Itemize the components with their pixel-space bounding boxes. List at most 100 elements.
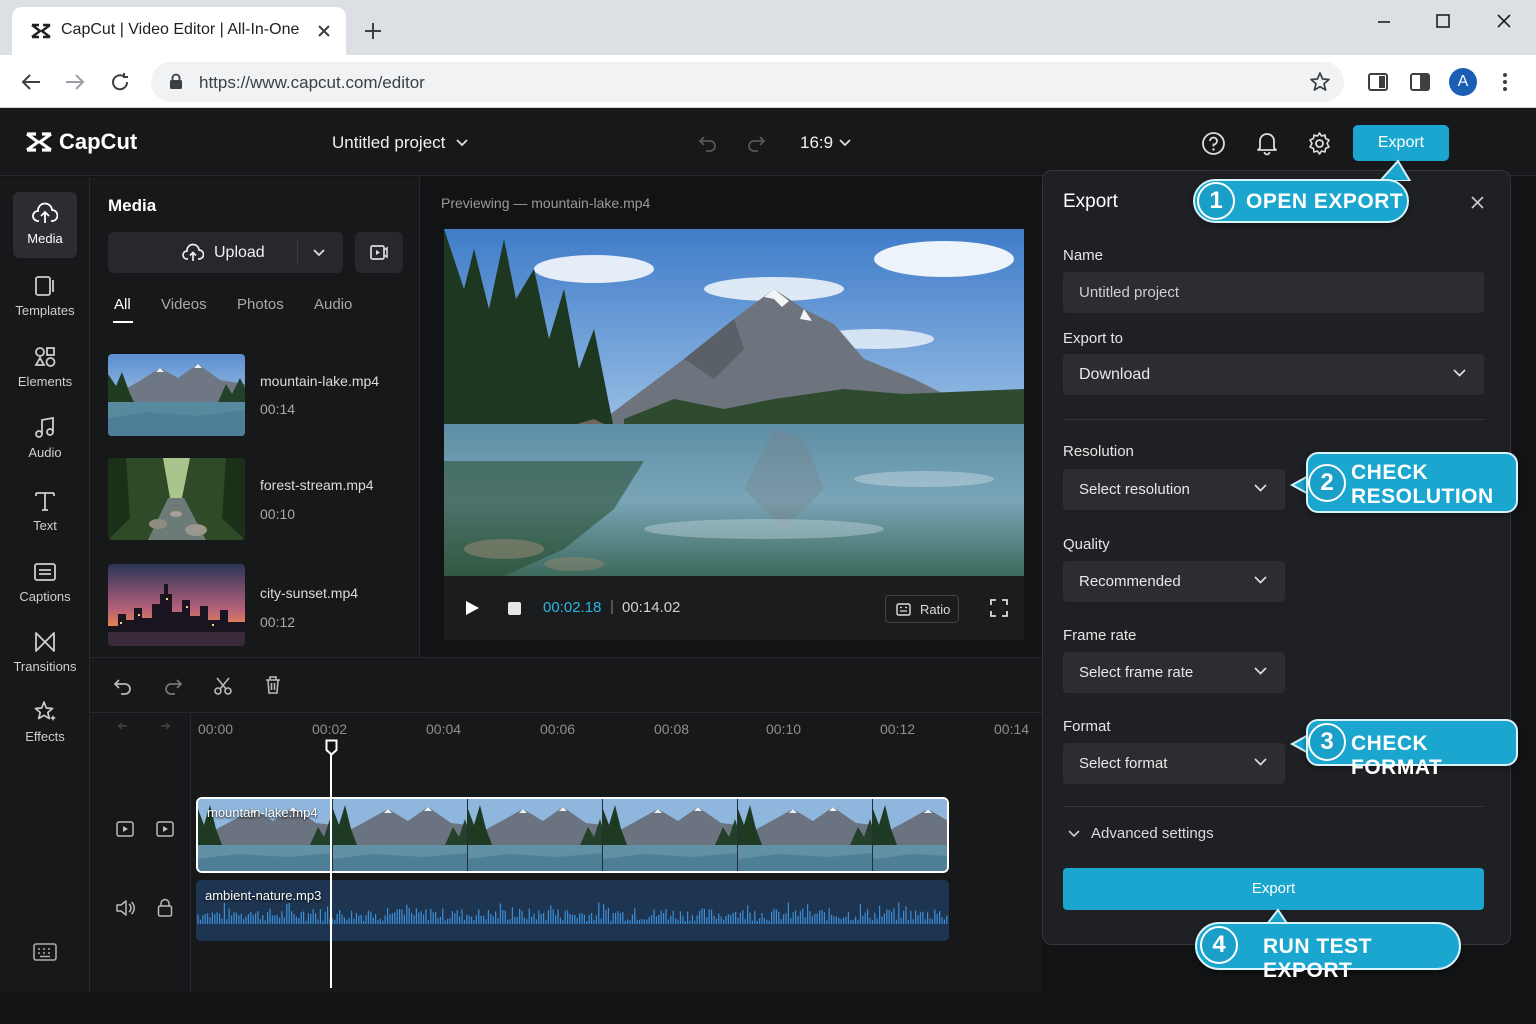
rail-item-transitions[interactable]: Transitions (13, 620, 77, 686)
rail-label: Media (27, 231, 63, 246)
close-icon[interactable] (1471, 196, 1484, 209)
record-video-icon (370, 245, 388, 260)
rail-item-audio[interactable]: Audio (13, 406, 77, 472)
callout-pointer (1378, 159, 1412, 181)
video-track-toggle-icon[interactable] (156, 821, 174, 837)
window-close-icon[interactable] (1496, 13, 1512, 29)
export-name-input[interactable]: Untitled project (1063, 272, 1484, 313)
media-item-duration: 00:10 (260, 506, 296, 522)
side-panel-icon[interactable] (1367, 71, 1389, 93)
media-tab-audio[interactable]: Audio (314, 296, 352, 313)
split-scissors-icon[interactable] (213, 676, 233, 696)
resolution-select[interactable]: Select resolution (1063, 469, 1285, 510)
rail-label: Templates (15, 303, 75, 318)
ratio-label: Ratio (920, 602, 951, 617)
timeline-tick: 00:02 (312, 721, 348, 737)
notifications-bell-icon[interactable] (1255, 130, 1279, 156)
format-value: Select format (1079, 755, 1168, 772)
rail-item-text[interactable]: Text (13, 479, 77, 545)
delete-trash-icon[interactable] (264, 675, 282, 695)
format-select[interactable]: Select format (1063, 743, 1285, 784)
advanced-settings-toggle[interactable]: Advanced settings (1068, 825, 1228, 845)
callout-text-line1: CHECK (1351, 461, 1429, 484)
redo-icon[interactable] (746, 133, 766, 153)
fullscreen-icon[interactable] (990, 599, 1008, 617)
waveform-bars (197, 902, 948, 924)
reading-mode-icon[interactable] (1409, 71, 1431, 93)
snap-back-icon[interactable] (115, 723, 131, 739)
brand-name: CapCut (59, 129, 138, 154)
timeline-undo-icon[interactable] (113, 676, 133, 696)
aspect-ratio-dropdown[interactable]: 16:9 (800, 133, 855, 155)
chevron-down-icon[interactable] (313, 249, 325, 257)
export-to-select[interactable]: Download (1063, 354, 1484, 395)
timecode-separator: | (610, 598, 614, 615)
minimize-icon[interactable] (1376, 13, 1392, 29)
forward-arrow-icon[interactable] (64, 72, 86, 92)
timeline-tick: 00:10 (766, 721, 802, 737)
preview-video-frame[interactable] (444, 229, 1024, 576)
profile-avatar[interactable]: A (1449, 68, 1477, 96)
playhead-handle-icon[interactable] (325, 739, 338, 756)
play-icon[interactable] (465, 600, 480, 616)
chevron-down-icon (839, 139, 851, 147)
bookmark-star-icon[interactable] (1309, 71, 1331, 93)
frame-rate-select[interactable]: Select frame rate (1063, 652, 1285, 693)
reload-icon[interactable] (109, 71, 131, 93)
new-tab-icon[interactable] (363, 21, 383, 41)
video-track-icon[interactable] (116, 821, 134, 837)
record-screen-button[interactable] (355, 232, 403, 273)
playhead[interactable] (330, 740, 332, 988)
project-name-dropdown[interactable]: Untitled project (332, 133, 468, 155)
volume-icon[interactable] (115, 899, 135, 917)
capcut-logo-icon (26, 132, 52, 152)
media-thumbnail-forest-stream[interactable] (108, 458, 245, 540)
preview-caption: Previewing — mountain-lake.mp4 (441, 195, 651, 211)
timeline-video-clip[interactable]: mountain-lake.mp4 (196, 797, 949, 873)
media-tab-all[interactable]: All (114, 296, 131, 313)
close-tab-icon[interactable] (317, 24, 331, 38)
media-tab-photos[interactable]: Photos (237, 296, 284, 313)
timeline-audio-clip[interactable]: ambient-nature.mp3 (196, 880, 949, 941)
more-vertical-icon[interactable] (1500, 71, 1510, 93)
media-tab-videos[interactable]: Videos (161, 296, 207, 313)
quality-select[interactable]: Recommended (1063, 561, 1285, 602)
filmstrip-frame (603, 799, 738, 871)
rail-item-captions[interactable]: Captions (13, 550, 77, 616)
rail-item-templates[interactable]: Templates (13, 264, 77, 330)
ratio-button[interactable]: Ratio (885, 595, 959, 623)
header-export-button[interactable]: Export (1353, 125, 1449, 161)
templates-icon (35, 276, 54, 296)
media-thumbnail-city-sunset[interactable] (108, 564, 245, 646)
browser-tab[interactable]: CapCut | Video Editor | All-In-One (12, 7, 346, 55)
rail-label: Audio (28, 445, 62, 460)
filmstrip-frame (738, 799, 873, 871)
stop-icon[interactable] (507, 601, 522, 616)
address-bar[interactable]: https://www.capcut.com/editor (151, 62, 1344, 102)
upload-button[interactable]: Upload (108, 232, 343, 273)
timeline-redo-icon[interactable] (163, 676, 183, 696)
snap-forward-icon[interactable] (157, 723, 173, 739)
export-to-value: Download (1079, 366, 1151, 383)
export-submit-button[interactable]: Export (1063, 868, 1484, 910)
media-thumbnail-mountain-lake[interactable] (108, 354, 245, 436)
callout-number: 2 (1308, 464, 1346, 502)
rail-label: Text (33, 518, 57, 533)
rail-item-elements[interactable]: Elements (13, 335, 77, 401)
undo-icon[interactable] (698, 133, 718, 153)
lock-track-icon[interactable] (157, 898, 173, 917)
settings-gear-icon[interactable] (1307, 131, 1332, 156)
maximize-icon[interactable] (1435, 13, 1451, 29)
timeline-tick: 00:14 (994, 721, 1030, 737)
quality-value: Recommended (1079, 573, 1181, 590)
chevron-down-icon (1254, 484, 1267, 492)
rail-item-media[interactable]: Media (13, 192, 77, 258)
chevron-down-icon (1453, 369, 1466, 377)
upload-divider (297, 240, 298, 265)
back-arrow-icon[interactable] (20, 72, 42, 92)
rail-item-effects[interactable]: Effects (13, 690, 77, 756)
help-icon[interactable] (1201, 131, 1226, 156)
project-name: Untitled project (332, 133, 446, 152)
filmstrip-frame (873, 799, 947, 871)
keyboard-shortcuts-icon[interactable] (33, 943, 57, 961)
